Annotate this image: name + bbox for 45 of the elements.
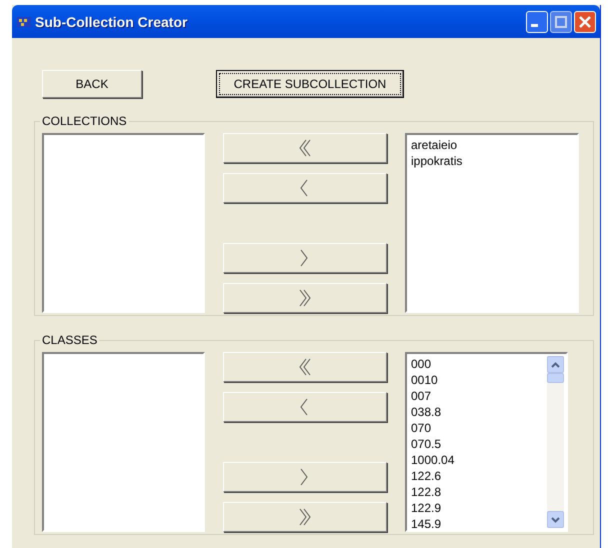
scroll-down-button[interactable] <box>547 511 564 528</box>
list-item[interactable]: ippokratis <box>409 153 575 169</box>
caret-down-icon <box>551 516 560 522</box>
available-list[interactable]: aretaieio ippokratis <box>405 133 579 313</box>
move-button[interactable] <box>223 173 387 203</box>
scrollbar[interactable] <box>547 356 564 528</box>
close-button[interactable] <box>574 10 596 32</box>
scroll-thumb[interactable] <box>547 373 564 383</box>
list-item[interactable]: 0010 <box>409 372 547 388</box>
double-chevron-left-icon <box>298 358 312 376</box>
minimize-button[interactable] <box>526 10 548 32</box>
list-item[interactable]: 070.5 <box>409 436 547 452</box>
move-button[interactable] <box>223 133 387 163</box>
move-button[interactable] <box>223 462 387 492</box>
group-title: COLLECTIONS <box>41 114 128 128</box>
scroll-up-button[interactable] <box>547 356 564 373</box>
selected-list[interactable] <box>42 352 205 532</box>
available-list[interactable]: 000 0010 007 038.8 070 070.5 1000.04 122.6 122.8 122.9 145.9 <box>405 352 568 532</box>
toolbar-button[interactable]: CREATE SUBCOLLECTION <box>216 70 404 98</box>
move-button[interactable] <box>223 283 387 313</box>
list-item[interactable]: 1000.04 <box>409 452 547 468</box>
list-item[interactable]: 145.9 <box>409 516 547 528</box>
move-button[interactable] <box>223 352 387 382</box>
list-item[interactable]: 122.6 <box>409 468 547 484</box>
minimize-icon <box>530 24 538 27</box>
list-item[interactable]: 038.8 <box>409 404 547 420</box>
window-title: Sub-Collection Creator <box>35 14 188 30</box>
group-title: CLASSES <box>41 333 98 347</box>
list-item[interactable]: 122.8 <box>409 484 547 500</box>
list-item[interactable]: 070 <box>409 420 547 436</box>
app-icon <box>17 14 31 28</box>
maximize-button[interactable] <box>550 10 572 32</box>
move-button[interactable] <box>223 243 387 273</box>
selected-list[interactable] <box>42 133 205 313</box>
double-chevron-right-icon <box>298 289 312 307</box>
double-chevron-left-icon <box>298 139 312 157</box>
double-chevron-right-icon <box>298 508 312 526</box>
caret-up-icon <box>551 362 560 368</box>
move-button[interactable] <box>223 502 387 532</box>
list-item[interactable]: 000 <box>409 356 547 372</box>
list-item[interactable]: 007 <box>409 388 547 404</box>
toolbar-button[interactable]: BACK <box>42 70 142 98</box>
list-item[interactable]: 122.9 <box>409 500 547 516</box>
move-button[interactable] <box>223 392 387 422</box>
list-item[interactable]: aretaieio <box>409 137 575 153</box>
